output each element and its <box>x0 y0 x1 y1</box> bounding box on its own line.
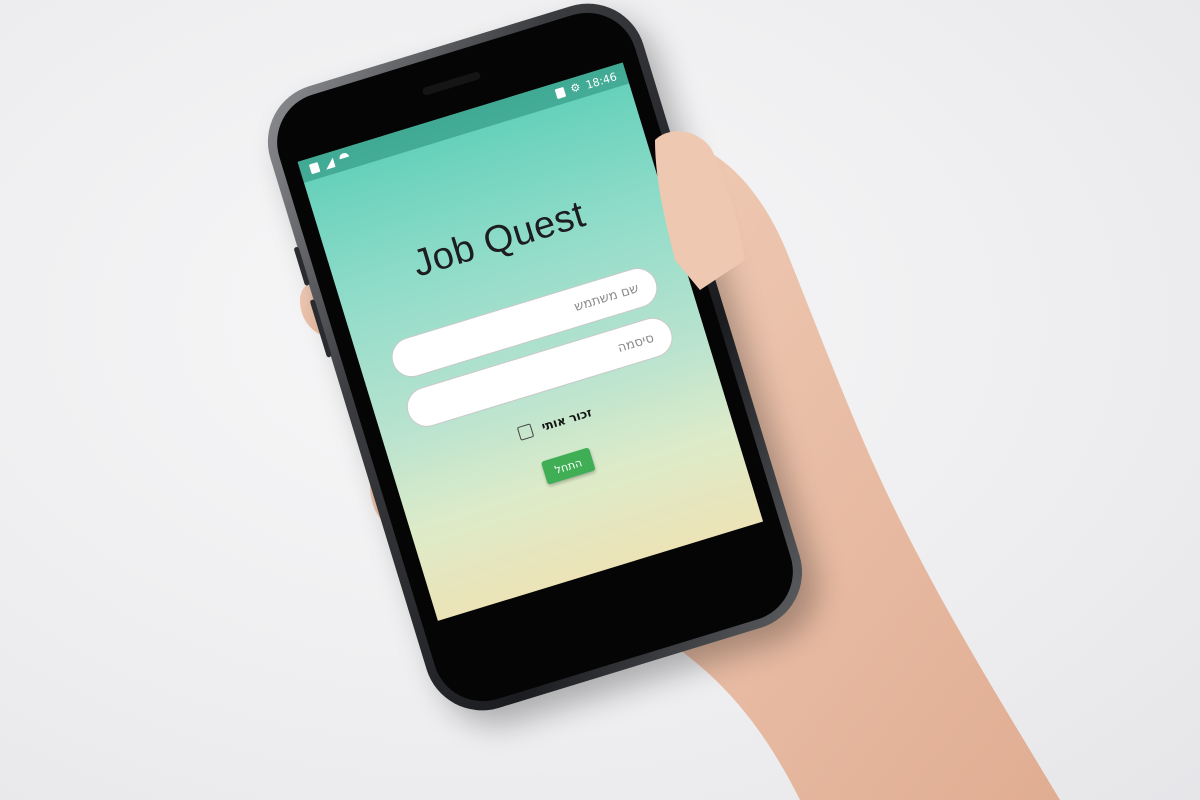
login-screen: ⚙ 18:46 Job Quest זכור אותי התחל <box>297 62 764 621</box>
battery-saver-icon <box>308 162 321 175</box>
wifi-icon <box>338 151 352 167</box>
remember-me-label: זכור אותי <box>539 405 594 434</box>
status-time: 18:46 <box>584 69 619 92</box>
phone-bezel: ⚙ 18:46 Job Quest זכור אותי התחל <box>264 0 806 714</box>
start-button[interactable]: התחל <box>540 447 596 485</box>
phone-device: ⚙ 18:46 Job Quest זכור אותי התחל <box>253 0 817 725</box>
battery-icon <box>555 86 567 100</box>
remember-me-checkbox[interactable] <box>516 423 535 441</box>
speaker-grille <box>421 70 482 97</box>
signal-icon <box>323 157 336 170</box>
status-icons-right: ⚙ 18:46 <box>555 69 619 101</box>
settings-icon: ⚙ <box>568 80 583 96</box>
status-icons-left <box>308 151 352 175</box>
